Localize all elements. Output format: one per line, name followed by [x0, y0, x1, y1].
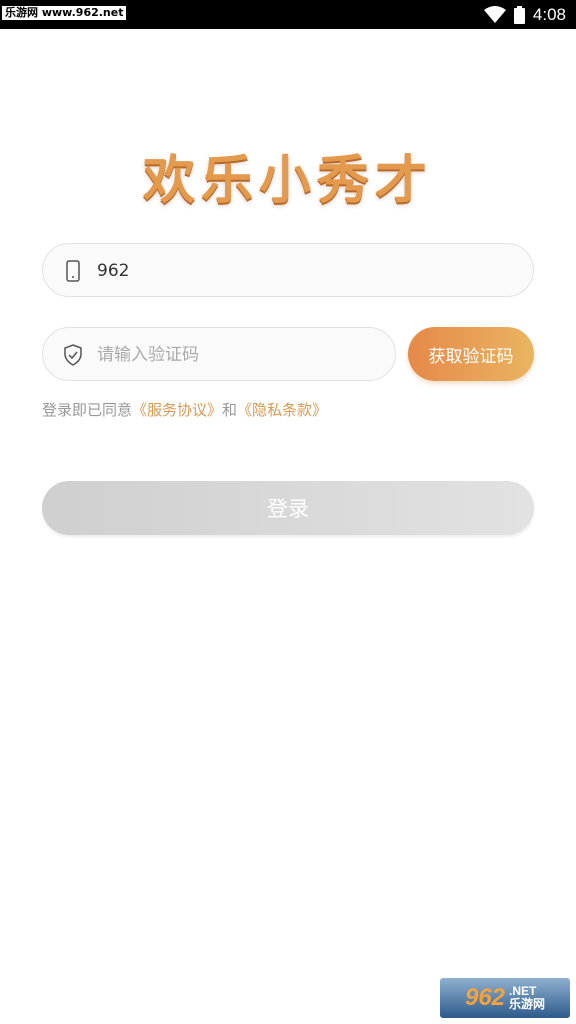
wifi-icon	[483, 6, 506, 23]
status-icons: 4:08	[483, 5, 566, 25]
watermark-top: 乐游网 www.962.net	[2, 6, 127, 20]
agreement-and: 和	[222, 401, 238, 419]
phone-input[interactable]	[95, 244, 359, 298]
status-time: 4:08	[532, 5, 566, 24]
watermark-bottom: 962 .NET 乐游网	[440, 978, 570, 1018]
status-bar: 乐游网 www.962.net 4:08	[0, 0, 576, 29]
code-input[interactable]	[95, 328, 359, 382]
service-agreement-link[interactable]: 《服务协议》	[132, 401, 222, 419]
battery-icon	[513, 6, 525, 24]
get-code-button[interactable]: 获取验证码	[408, 327, 534, 381]
app-logo: 欢乐小秀才	[0, 138, 576, 213]
phone-icon	[66, 260, 80, 282]
login-button[interactable]: 登录	[42, 481, 534, 535]
app-title: 欢乐小秀才	[142, 150, 433, 211]
phone-field[interactable]	[42, 243, 534, 298]
watermark-site: 乐游网	[509, 997, 546, 1011]
privacy-policy-link[interactable]: 《隐私条款》	[237, 401, 327, 419]
code-field[interactable]	[42, 327, 396, 382]
watermark-number: 962	[464, 984, 506, 1011]
agreement-text: 登录即已同意《服务协议》和《隐私条款》	[42, 400, 327, 420]
agreement-prefix: 登录即已同意	[42, 401, 133, 419]
shield-icon	[64, 344, 82, 366]
